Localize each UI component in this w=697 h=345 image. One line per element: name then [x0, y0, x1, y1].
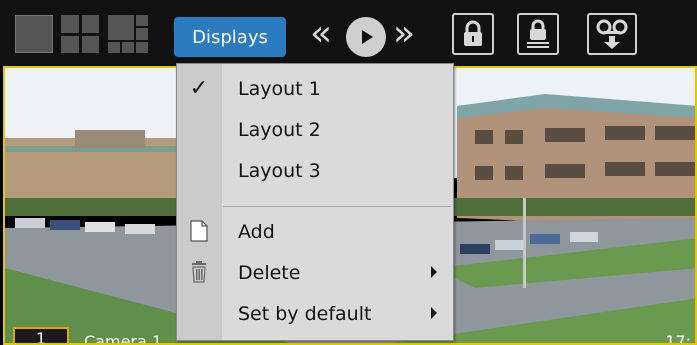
menu-item-layout-3[interactable]: Layout 3	[177, 152, 453, 188]
menu-item-layout-2[interactable]: Layout 2	[177, 111, 453, 147]
menu-item-label: Layout 1	[238, 78, 321, 100]
camera-timestamp: 17:	[665, 332, 691, 345]
lock-icon[interactable]	[452, 13, 494, 55]
quad-view-icon[interactable]	[61, 15, 99, 53]
menu-separator	[223, 206, 451, 207]
displays-button[interactable]: Displays	[174, 17, 286, 57]
menu-item-label: Set by default	[238, 303, 372, 325]
menu-item-label: Layout 2	[238, 119, 321, 141]
camera-name: Camera 1	[84, 332, 163, 345]
six-view-icon[interactable]	[108, 15, 148, 53]
camera-number-badge[interactable]: 1	[13, 327, 69, 343]
check-icon: ✓	[189, 75, 209, 101]
menu-item-label: Add	[238, 221, 275, 243]
tape-download-icon[interactable]	[587, 13, 637, 55]
displays-menu: ✓ Layout 1 Layout 2 Layout 3 Add Delete …	[176, 63, 454, 341]
rewind-icon[interactable]: «	[310, 12, 332, 56]
play-icon[interactable]	[346, 17, 386, 57]
submenu-arrow-icon	[431, 266, 437, 278]
document-icon	[187, 219, 211, 243]
toolbar: Displays « »	[0, 0, 697, 66]
menu-item-label: Layout 3	[238, 160, 321, 182]
menu-item-layout-1[interactable]: ✓ Layout 1	[177, 70, 453, 106]
menu-item-set-by-default[interactable]: Set by default	[177, 295, 453, 331]
menu-item-add[interactable]: Add	[177, 213, 453, 249]
single-view-icon[interactable]	[15, 15, 53, 53]
lock-underline-icon[interactable]	[517, 13, 559, 55]
fast-forward-icon[interactable]: »	[393, 12, 415, 56]
submenu-arrow-icon	[431, 307, 437, 319]
menu-item-delete[interactable]: Delete	[177, 254, 453, 290]
trash-icon	[187, 260, 211, 284]
menu-item-label: Delete	[238, 262, 301, 284]
